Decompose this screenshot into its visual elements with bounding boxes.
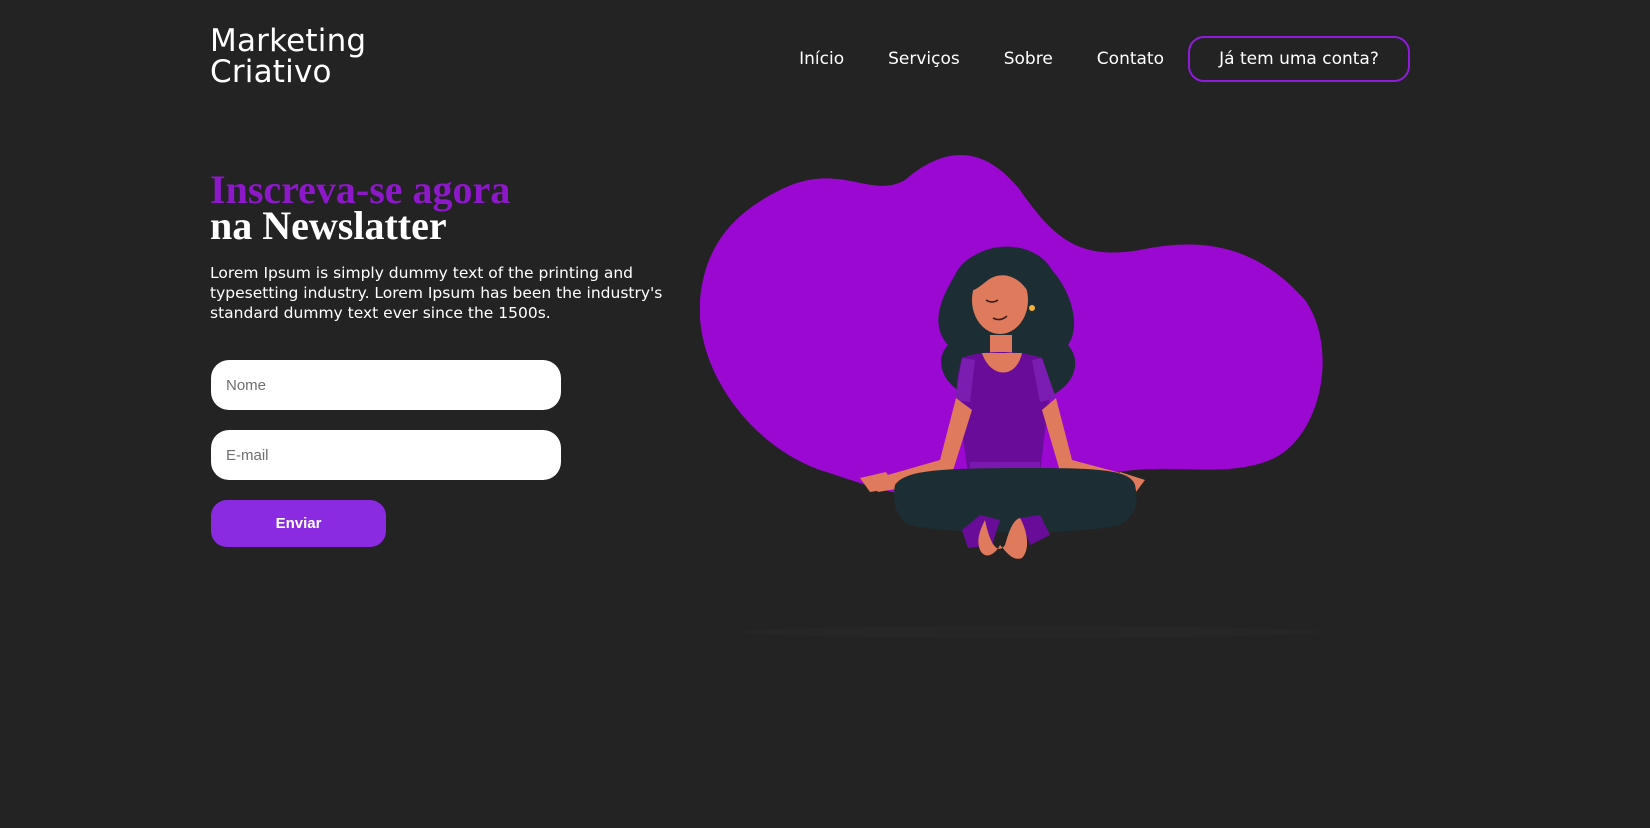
submit-button[interactable]: Enviar (211, 500, 386, 547)
hero-description: Lorem Ipsum is simply dummy text of the … (210, 264, 663, 322)
login-button[interactable]: Já tem uma conta? (1188, 36, 1410, 82)
brand-logo[interactable]: Marketing Criativo (210, 26, 366, 88)
meditation-illustration (700, 155, 1323, 638)
main-nav: Início Serviços Sobre Contato Já tem uma… (799, 36, 1410, 82)
brand-line-1: Marketing (210, 23, 367, 59)
headline-rest: na Newslatter (210, 203, 447, 248)
nav-link-inicio[interactable]: Início (799, 49, 844, 69)
page-title: Inscreva-se agora na Newslatter (210, 170, 510, 248)
name-input[interactable] (211, 360, 561, 410)
nav-link-contato[interactable]: Contato (1097, 49, 1164, 69)
page: Marketing Criativo Início Serviços Sobre… (0, 0, 1650, 828)
nav-link-servicos[interactable]: Serviços (888, 49, 960, 69)
nav-link-sobre[interactable]: Sobre (1004, 49, 1053, 69)
email-input[interactable] (211, 430, 561, 480)
brand-line-2: Criativo (210, 54, 332, 90)
